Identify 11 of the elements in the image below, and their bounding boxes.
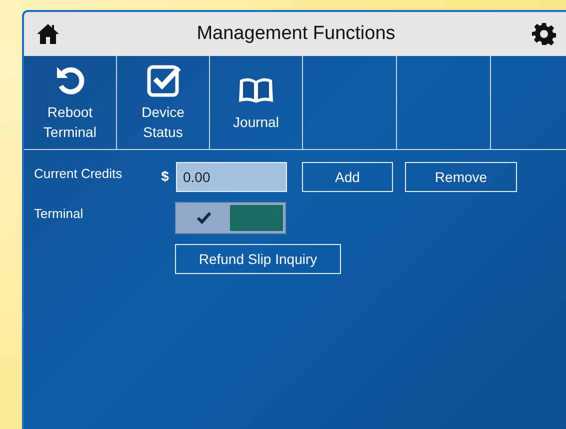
refund-slip-button[interactable]: Refund Slip Inquiry	[175, 244, 341, 274]
credits-field[interactable]: 0.00	[176, 162, 287, 192]
toolbar-tab[interactable]: Journal	[210, 56, 303, 149]
credits-label: Current Credits	[34, 165, 124, 181]
add-button[interactable]: Add	[302, 162, 393, 192]
terminal-label: Terminal	[34, 205, 84, 221]
remove-button[interactable]: Remove	[405, 162, 517, 192]
header-title: Management Functions	[196, 23, 396, 45]
toolbar-tab[interactable]: Reboot Terminal	[24, 56, 117, 149]
toolbar-tab[interactable]: Device Status	[117, 56, 210, 149]
currency-symbol: $	[160, 167, 170, 184]
